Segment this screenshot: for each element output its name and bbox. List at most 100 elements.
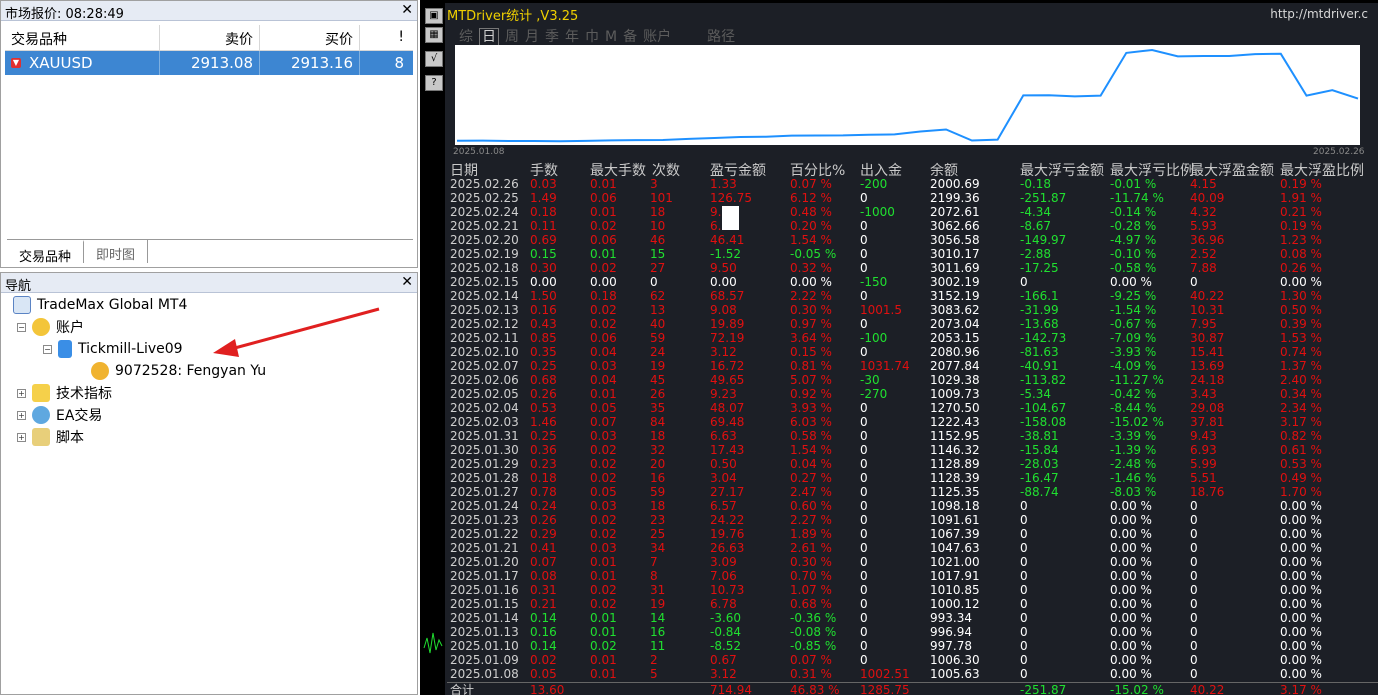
stats-cell: 0.00 % bbox=[1280, 667, 1322, 681]
close-icon[interactable]: ✕ bbox=[401, 2, 413, 18]
chart-plot-area bbox=[455, 45, 1360, 145]
stats-cell: 0 bbox=[1020, 597, 1028, 611]
stats-cell: -38.81 bbox=[1020, 429, 1059, 443]
stats-cell: 25 bbox=[650, 527, 666, 541]
stats-cell: -8.44 % bbox=[1110, 401, 1157, 415]
grid-icon[interactable]: ▦ bbox=[425, 27, 443, 43]
stats-cell: 0.05 bbox=[590, 401, 617, 415]
stats-cell: -3.93 % bbox=[1110, 345, 1157, 359]
stats-cell: 0.16 bbox=[530, 303, 557, 317]
stats-cell: 31 bbox=[650, 583, 666, 597]
stats-cell: 48.07 bbox=[710, 401, 745, 415]
stats-cell: -0.14 % bbox=[1110, 205, 1157, 219]
stats-cell: -8.03 % bbox=[1110, 485, 1157, 499]
stats-cell: 0.21 bbox=[530, 597, 557, 611]
stats-cell: 0.27 % bbox=[790, 471, 832, 485]
stats-cell: 0.02 bbox=[590, 303, 617, 317]
stats-cell: 29.08 bbox=[1190, 401, 1225, 415]
stats-cell: 0.03 bbox=[590, 429, 617, 443]
stats-cell: 101 bbox=[650, 191, 673, 205]
stats-cell: 2025.02.11 bbox=[450, 331, 519, 345]
stats-cell: 18 bbox=[650, 499, 666, 513]
stats-cell: 2 bbox=[650, 653, 658, 667]
tab-symbols[interactable]: 交易品种 bbox=[7, 240, 85, 265]
stats-cell: 0.50 % bbox=[1280, 303, 1322, 317]
stats-cell: 2025.02.24 bbox=[450, 205, 519, 219]
stats-cell: 0.08 bbox=[530, 569, 557, 583]
stats-cell: 6.63 bbox=[710, 429, 737, 443]
stats-cell: 0.00 bbox=[530, 275, 557, 289]
stats-cell: 0.00 % bbox=[1110, 653, 1152, 667]
stats-cell: -13.68 bbox=[1020, 317, 1059, 331]
stats-cell: 0.00 % bbox=[1280, 639, 1322, 653]
stats-cell: 0.00 % bbox=[1280, 555, 1322, 569]
stats-cell: 1017.91 bbox=[930, 569, 980, 583]
tree-expert-advisors[interactable]: + EA交易 bbox=[17, 405, 102, 425]
stats-cell: 16.72 bbox=[710, 359, 745, 373]
stats-cell: -15.84 bbox=[1020, 443, 1059, 457]
stats-cell: 7.06 bbox=[710, 569, 737, 583]
stats-cell: 2025.01.13 bbox=[450, 625, 519, 639]
stats-cell: 24 bbox=[650, 345, 666, 359]
stats-cell: -1.46 % bbox=[1110, 471, 1157, 485]
symbol-row-xauusd[interactable]: ▼ XAUUSD 2913.08 2913.16 8 bbox=[5, 51, 413, 75]
collapse-icon[interactable]: − bbox=[43, 344, 52, 354]
stats-cell: 0.11 bbox=[530, 219, 557, 233]
stats-cell: -28.03 bbox=[1020, 457, 1059, 471]
tree-label: 账户 bbox=[56, 320, 84, 336]
stats-cell: 0.00 % bbox=[1110, 569, 1152, 583]
stats-cell: 18 bbox=[650, 205, 666, 219]
stats-cell: 2025.01.22 bbox=[450, 527, 519, 541]
stats-cell: -2.88 bbox=[1020, 247, 1052, 261]
stats-cell: 35 bbox=[650, 401, 666, 415]
collapse-icon[interactable]: − bbox=[17, 322, 26, 332]
stats-cell: -0.05 % bbox=[790, 247, 837, 261]
tree-server[interactable]: − Tickmill-Live09 bbox=[43, 339, 183, 359]
terminal-icon bbox=[13, 296, 31, 314]
tree-root-terminal[interactable]: TradeMax Global MT4 bbox=[13, 295, 187, 315]
expand-icon[interactable]: + bbox=[17, 388, 26, 398]
market-watch-title-bar: 市场报价: 08:28:49 ✕ bbox=[1, 1, 417, 22]
symbol-name: XAUUSD bbox=[29, 54, 93, 72]
stats-cell: -15.02 % bbox=[1110, 415, 1164, 429]
stats-cell: 0.02 bbox=[590, 261, 617, 275]
stats-cell: 1.37 % bbox=[1280, 359, 1322, 373]
stats-cell: 2025.01.20 bbox=[450, 555, 519, 569]
check-icon[interactable]: √ bbox=[425, 51, 443, 67]
col-bid[interactable]: 卖价 bbox=[160, 25, 260, 50]
stats-cell: 0.23 bbox=[530, 457, 557, 471]
stats-cell: 0.02 bbox=[590, 513, 617, 527]
col-symbol[interactable]: 交易品种 bbox=[5, 25, 160, 50]
stats-cell: 0 bbox=[1020, 499, 1028, 513]
stats-cell: 3.12 bbox=[710, 667, 737, 681]
refresh-icon[interactable]: ▣ bbox=[425, 8, 443, 24]
stats-cell: -3.39 % bbox=[1110, 429, 1157, 443]
stats-cell: 0 bbox=[860, 429, 868, 443]
stats-cell: 14 bbox=[650, 611, 666, 625]
stats-cell: 40.09 bbox=[1190, 191, 1225, 205]
stats-cell: 0.02 bbox=[590, 583, 617, 597]
stats-cell: 0.04 bbox=[590, 345, 617, 359]
expand-icon[interactable]: + bbox=[17, 410, 26, 420]
stats-cell: 0 bbox=[1020, 569, 1028, 583]
stats-cell: 0 bbox=[1020, 555, 1028, 569]
close-icon[interactable]: ✕ bbox=[401, 274, 413, 290]
stats-cell: 0.24 bbox=[530, 499, 557, 513]
tree-indicators[interactable]: + 技术指标 bbox=[17, 383, 112, 403]
col-ask[interactable]: 买价 bbox=[260, 25, 360, 50]
stats-cell: 2025.01.16 bbox=[450, 583, 519, 597]
tab-tick-chart[interactable]: 即时图 bbox=[84, 240, 149, 263]
stats-cell: 2025.01.31 bbox=[450, 429, 519, 443]
stats-cell: 19 bbox=[650, 359, 666, 373]
expand-icon[interactable]: + bbox=[17, 432, 26, 442]
mini-chart bbox=[423, 632, 443, 654]
stats-cell: 3152.19 bbox=[930, 289, 980, 303]
tree-scripts[interactable]: + 脚本 bbox=[17, 427, 84, 447]
tree-accounts[interactable]: − 账户 bbox=[17, 317, 84, 337]
stats-cell: 20 bbox=[650, 457, 666, 471]
col-spread[interactable]: ! bbox=[360, 25, 410, 50]
tree-account[interactable]: 9072528: Fengyan Yu bbox=[91, 361, 266, 381]
chart-url[interactable]: http://mtdriver.c bbox=[1270, 7, 1368, 21]
tree-label: EA交易 bbox=[56, 408, 103, 424]
help-icon[interactable]: ? bbox=[425, 75, 443, 91]
